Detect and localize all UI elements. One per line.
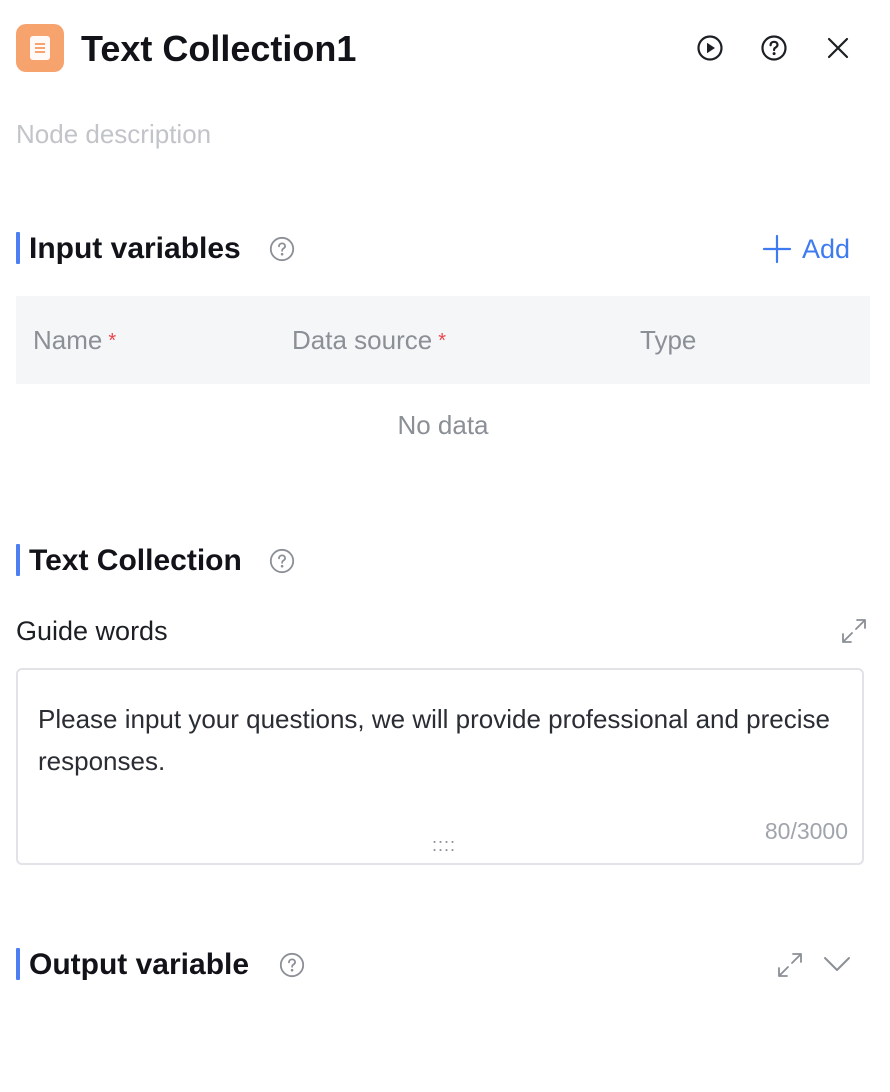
character-counter: 80/3000	[764, 818, 848, 844]
play-icon	[697, 35, 723, 61]
section-accent-bar	[16, 232, 20, 264]
text-collection-title: Text Collection	[29, 544, 242, 577]
table-header: Name * Data source * Type	[16, 296, 870, 384]
question-circle-icon	[279, 952, 305, 978]
expand-icon	[778, 953, 802, 977]
resize-handle[interactable]: ::::	[426, 836, 462, 854]
guide-words-label: Guide words	[16, 616, 168, 646]
column-header-name: Name *	[33, 325, 117, 355]
collapse-output-button[interactable]	[821, 948, 853, 980]
column-header-data-source: Data source *	[292, 325, 446, 355]
output-variable-help-icon[interactable]	[278, 951, 306, 979]
guide-words-text[interactable]: Please input your questions, we will pro…	[38, 698, 838, 782]
close-button[interactable]	[821, 31, 855, 65]
required-mark: *	[438, 330, 446, 352]
question-circle-icon	[269, 548, 295, 574]
question-circle-icon	[269, 236, 295, 262]
section-accent-bar	[16, 544, 20, 576]
empty-table-message: No data	[397, 410, 489, 440]
add-label: Add	[802, 233, 851, 264]
close-icon	[827, 37, 849, 59]
add-variable-button[interactable]: Add	[762, 229, 850, 269]
output-variable-title: Output variable	[29, 948, 250, 981]
document-icon	[30, 36, 50, 60]
guide-words-textarea[interactable]: Please input your questions, we will pro…	[16, 668, 864, 865]
text-collection-help-icon[interactable]	[268, 547, 296, 575]
help-button[interactable]	[757, 31, 791, 65]
run-button[interactable]	[693, 31, 727, 65]
column-header-type: Type	[640, 325, 697, 355]
help-icon	[761, 35, 787, 61]
node-description-input[interactable]: Node description	[16, 114, 211, 154]
expand-guide-words-button[interactable]	[838, 615, 870, 647]
node-title[interactable]: Text Collection1	[81, 24, 356, 74]
input-variables-help-icon[interactable]	[268, 235, 296, 263]
plus-icon	[762, 234, 792, 264]
section-accent-bar	[16, 948, 20, 980]
chevron-down-icon	[824, 957, 850, 971]
required-mark: *	[108, 330, 117, 352]
input-variables-title: Input variables	[29, 232, 241, 265]
expand-output-button[interactable]	[774, 949, 806, 981]
expand-icon	[842, 619, 866, 643]
node-type-icon	[16, 24, 64, 72]
